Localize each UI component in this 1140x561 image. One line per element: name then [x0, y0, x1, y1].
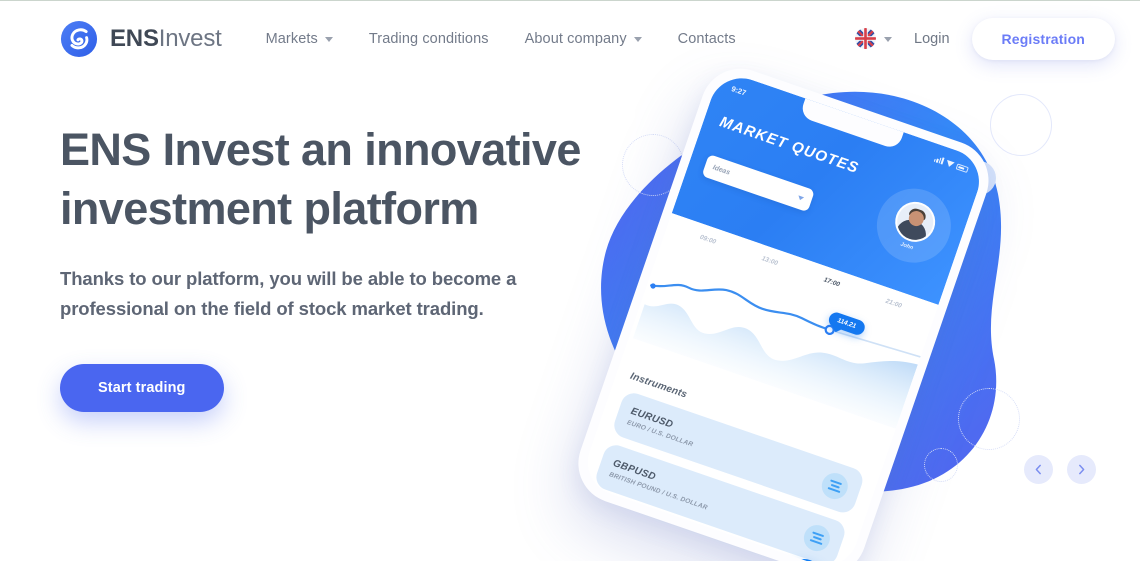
nav-item-trading-conditions[interactable]: Trading conditions: [369, 31, 489, 47]
language-switcher[interactable]: [855, 28, 893, 49]
brand-name-light: Invest: [158, 24, 222, 52]
login-link[interactable]: Login: [914, 31, 949, 47]
instrument-text: EURUSD EURO / U.S. DOLLAR: [626, 405, 698, 447]
select-value: Ideas: [711, 164, 731, 177]
brand-name: ENSInvest: [110, 25, 222, 53]
chevron-down-icon: [324, 37, 333, 42]
instrument-text: GBPUSD BRITISH POUND / U.S. DOLLAR: [608, 457, 713, 511]
brand-logo-link[interactable]: ENSInvest: [60, 20, 222, 58]
nav-label: About company: [524, 30, 627, 47]
chevron-down-icon: [884, 37, 893, 42]
ideas-select[interactable]: Ideas: [701, 154, 815, 213]
chart-tick: 13:00: [760, 255, 779, 268]
hero-copy: ENS Invest an innovative investment plat…: [60, 121, 620, 412]
instrument-details-icon[interactable]: [818, 469, 852, 503]
nav-label: Trading conditions: [368, 30, 489, 47]
main-navigation: Markets Trading conditions About company…: [266, 31, 736, 47]
ens-swirl-logo-icon: [60, 20, 98, 57]
decor-ring-circle-2: [990, 94, 1052, 156]
hero-subtitle: Thanks to our platform, you will be able…: [60, 268, 517, 319]
hero-illustration: 9:27 MARKET QUOTES Ideas John 09:00 13:0…: [567, 57, 1140, 561]
nav-item-markets[interactable]: Markets: [266, 31, 333, 47]
chart-tick: 09:00: [698, 233, 717, 246]
battery-icon: [955, 162, 970, 173]
chevron-down-icon: [797, 194, 805, 201]
uk-flag-icon: [855, 28, 877, 49]
start-trading-button[interactable]: Start trading: [60, 363, 224, 412]
decor-dotted-circle-3: [924, 448, 958, 482]
status-time: 9:27: [730, 83, 748, 97]
site-header: ENSInvest Markets Trading conditions Abo…: [0, 1, 1140, 76]
avatar-name: John: [899, 240, 915, 251]
page-title: ENS Invest an innovative investment plat…: [60, 124, 581, 234]
registration-button[interactable]: Registration: [971, 17, 1115, 60]
chevron-left-icon: [1035, 464, 1041, 475]
wifi-icon: [945, 159, 955, 168]
decor-dotted-circle-2: [958, 388, 1020, 450]
nav-label: Markets: [265, 30, 318, 47]
hero-section: ENS Invest an innovative investment plat…: [0, 57, 1140, 561]
brand-name-bold: ENS: [110, 24, 159, 52]
header-actions: Login Registration: [855, 17, 1115, 60]
nav-label: Contacts: [677, 30, 736, 47]
chart-tick: 21:00: [884, 297, 903, 310]
nav-item-contacts[interactable]: Contacts: [678, 31, 736, 47]
chevron-right-icon: [1079, 464, 1085, 475]
carousel-next-button[interactable]: [1067, 455, 1096, 484]
carousel-controls: [1024, 455, 1096, 484]
instrument-details-icon[interactable]: [800, 521, 834, 555]
avatar: [889, 195, 941, 247]
signal-icon: [933, 154, 945, 165]
chevron-down-icon: [633, 37, 642, 42]
status-icons: [933, 154, 970, 173]
chart-tick-active: 17:00: [822, 276, 841, 289]
nav-item-about-company[interactable]: About company: [525, 31, 642, 47]
carousel-prev-button[interactable]: [1024, 455, 1053, 484]
